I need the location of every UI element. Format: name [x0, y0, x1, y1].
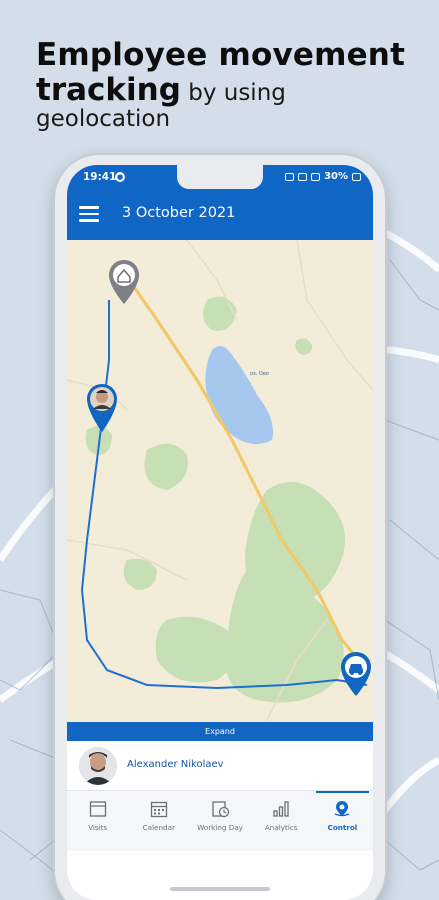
status-right: 30% [285, 171, 361, 182]
status-bar: 19:41 ● 30% [67, 165, 373, 190]
lake-label: оз. Ово [250, 371, 269, 377]
camera-notch [177, 165, 263, 189]
nav-calendar[interactable]: Calendar [128, 791, 189, 851]
map-canvas: оз. Ово [67, 240, 373, 721]
avatar [79, 747, 117, 785]
nav-control[interactable]: Control [312, 791, 373, 851]
battery-icon [352, 172, 361, 181]
expand-button[interactable]: Expand [67, 722, 373, 741]
nav-label-working-day: Working Day [197, 823, 243, 832]
visits-icon [89, 801, 106, 817]
phone-screen: 19:41 ● 30% 3 October 2021 оз. Ово Expan… [67, 165, 373, 900]
nav-label-analytics: Analytics [264, 823, 298, 832]
headline: Employee movement tracking by using geol… [36, 40, 426, 131]
headline-bold-word: tracking [36, 72, 181, 108]
home-indicator[interactable] [170, 887, 270, 891]
notification-icon: ● [115, 172, 125, 182]
employee-row[interactable]: Alexander Nikolaev [67, 741, 373, 791]
avatar-pin-icon[interactable] [85, 382, 119, 434]
headline-line-2-rest: by using [180, 80, 286, 106]
wifi-icon [298, 172, 308, 181]
employee-name: Alexander Nikolaev [127, 759, 224, 770]
nav-label-calendar: Calendar [142, 823, 175, 832]
nav-analytics[interactable]: Analytics [251, 791, 312, 851]
nav-label-visits: Visits [88, 823, 108, 832]
phone-frame: 19:41 ● 30% 3 October 2021 оз. Ово Expan… [55, 155, 385, 900]
app-bar-title: 3 October 2021 [122, 205, 236, 221]
calendar-icon [150, 801, 167, 818]
car-pin-icon[interactable] [339, 650, 373, 698]
nav-label-control: Control [327, 823, 358, 832]
alarm-icon [285, 172, 295, 181]
nav-working-day[interactable]: Working Day [189, 791, 250, 851]
headline-line-1: Employee movement [36, 37, 406, 73]
app-bar: 3 October 2021 [67, 190, 373, 240]
lake-shape [205, 346, 273, 444]
working-day-icon [212, 801, 230, 818]
home-pin-icon[interactable] [107, 258, 141, 306]
control-icon [335, 801, 350, 817]
analytics-icon [273, 801, 289, 817]
nav-visits[interactable]: Visits [67, 791, 128, 851]
headline-line-2: tracking by using [36, 75, 426, 106]
hamburger-menu-icon[interactable] [79, 206, 99, 222]
map-view[interactable]: оз. Ово [67, 240, 373, 722]
signal-icon [311, 172, 321, 181]
battery-percent: 30% [324, 171, 348, 182]
status-time: 19:41 [83, 171, 117, 183]
bottom-navigation: Visits Calendar Working Day Analytics Co… [67, 791, 373, 851]
headline-line-3: geolocation [36, 106, 171, 132]
